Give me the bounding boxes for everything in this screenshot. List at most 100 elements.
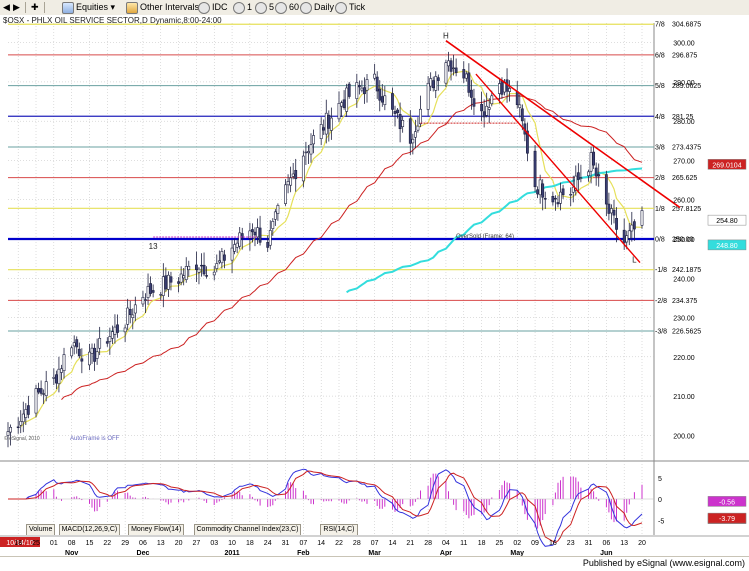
- candle-body: [363, 87, 366, 95]
- price-tick-label: 230.00: [673, 316, 695, 323]
- other-intervals-label: Other Intervals: [140, 2, 200, 12]
- candle-body: [169, 276, 173, 283]
- candle-body: [500, 79, 504, 95]
- candle-body: [322, 127, 326, 131]
- candle-body: [556, 202, 560, 205]
- toolbar: ◀ ▶ ✚ Equities ▾ Other Intervals ▾ IDC 1…: [0, 0, 749, 16]
- candle-body: [536, 189, 540, 195]
- murrey-value-label: 296.875: [672, 52, 697, 59]
- candle-body: [294, 170, 298, 180]
- idc-button[interactable]: IDC: [198, 1, 228, 14]
- candle-body: [276, 205, 280, 214]
- candle-body: [217, 260, 221, 263]
- candle-body: [182, 275, 186, 279]
- candle-body: [128, 309, 132, 315]
- candle-body: [610, 208, 613, 214]
- tick-button[interactable]: Tick: [335, 1, 365, 14]
- candle-body: [223, 254, 226, 261]
- candle-body: [235, 242, 239, 248]
- interval-5-button[interactable]: 5: [255, 1, 274, 14]
- interval-1-button[interactable]: 1: [233, 1, 252, 14]
- candle-body: [391, 93, 394, 110]
- date-tick-label: 06: [139, 540, 147, 547]
- candle-body: [398, 113, 402, 130]
- intervals-icon: [126, 1, 138, 14]
- date-tick-label: 31: [282, 540, 290, 547]
- candle-body: [454, 67, 458, 73]
- candle-body: [579, 177, 583, 179]
- equities-menu[interactable]: Equities ▾: [62, 1, 115, 14]
- date-tick-label: 14: [389, 540, 397, 547]
- candle-body: [597, 174, 601, 177]
- other-intervals-menu[interactable]: Other Intervals ▾: [126, 1, 206, 14]
- indicator-tab[interactable]: Money Flow(14): [128, 524, 185, 535]
- candle-body: [462, 69, 466, 79]
- forward-button[interactable]: ▶: [13, 1, 20, 14]
- candle-body: [490, 95, 494, 105]
- murrey-value-label: 234.375: [672, 298, 697, 305]
- candle-body: [375, 76, 379, 92]
- candle-body: [426, 82, 430, 110]
- back-button[interactable]: ◀: [3, 1, 10, 14]
- candle-body: [464, 73, 468, 79]
- date-tick-label: 13: [620, 540, 628, 547]
- macd-tick-label: 0: [658, 497, 662, 504]
- interval-60-button[interactable]: 60: [275, 1, 299, 14]
- candle-body: [88, 351, 91, 366]
- candle-body: [551, 195, 555, 203]
- annotation-label: L: [632, 256, 637, 265]
- candle-body: [52, 376, 56, 379]
- candle-body: [151, 290, 155, 293]
- candle-body: [6, 431, 10, 436]
- indicator-tab[interactable]: MACD(12,26,9,C): [58, 524, 121, 535]
- murrey-level-label: 6/8: [655, 52, 665, 59]
- candle-body: [472, 98, 476, 107]
- candle-body: [19, 421, 23, 426]
- indicator-tab[interactable]: Volume: [26, 524, 56, 535]
- annotation-label: H: [443, 32, 449, 41]
- candle-body: [470, 89, 473, 98]
- murrey-value-label: 273.4375: [672, 144, 701, 151]
- price-tag-text: 248.80: [716, 243, 738, 250]
- candle-body: [444, 62, 448, 84]
- candle-body: [401, 120, 405, 127]
- candle-body: [604, 174, 608, 205]
- candle-body: [431, 80, 435, 89]
- candle-body: [452, 67, 455, 70]
- murrey-level-label: 2/8: [655, 175, 665, 182]
- candle-body: [62, 354, 66, 372]
- date-tick-label: 14: [317, 540, 325, 547]
- price-chart[interactable]: 7/8 304.68756/8 296.8755/8 289.06254/8 281.2…: [0, 15, 749, 556]
- indicator-tab[interactable]: Commodity Channel Index(23,C): [193, 524, 302, 535]
- candle-body: [607, 203, 611, 214]
- indicator-tab[interactable]: RSI(14,C): [320, 524, 358, 535]
- add-symbol-button[interactable]: ✚: [31, 1, 39, 14]
- candle-body: [9, 426, 12, 433]
- date-tick-label: 25: [32, 540, 40, 547]
- price-tick-label: 280.00: [673, 119, 695, 126]
- price-tick-label: 290.00: [673, 80, 695, 87]
- candle-body: [571, 186, 575, 193]
- candle-body: [108, 336, 112, 342]
- candle-body: [200, 264, 203, 267]
- candle-body: [345, 87, 349, 112]
- date-tick-label: 27: [193, 540, 201, 547]
- candle-body: [34, 388, 38, 414]
- candle-body: [327, 114, 331, 129]
- candle-body: [559, 191, 562, 204]
- candle-body: [80, 358, 84, 362]
- clock-icon: [275, 1, 287, 14]
- price-tick-label: 240.00: [673, 276, 695, 283]
- candle-body: [95, 351, 99, 359]
- daily-button[interactable]: Daily: [300, 1, 334, 14]
- candle-body: [133, 304, 137, 314]
- candle-body: [543, 198, 547, 200]
- candle-body: [21, 413, 25, 423]
- candle-body: [26, 405, 30, 415]
- candle-body: [393, 111, 397, 114]
- date-tick-label: 18: [478, 540, 486, 547]
- date-tick-label: 08: [68, 540, 76, 547]
- date-tick-label: 20: [175, 540, 183, 547]
- candle-body: [309, 144, 313, 155]
- candle-body: [301, 155, 305, 182]
